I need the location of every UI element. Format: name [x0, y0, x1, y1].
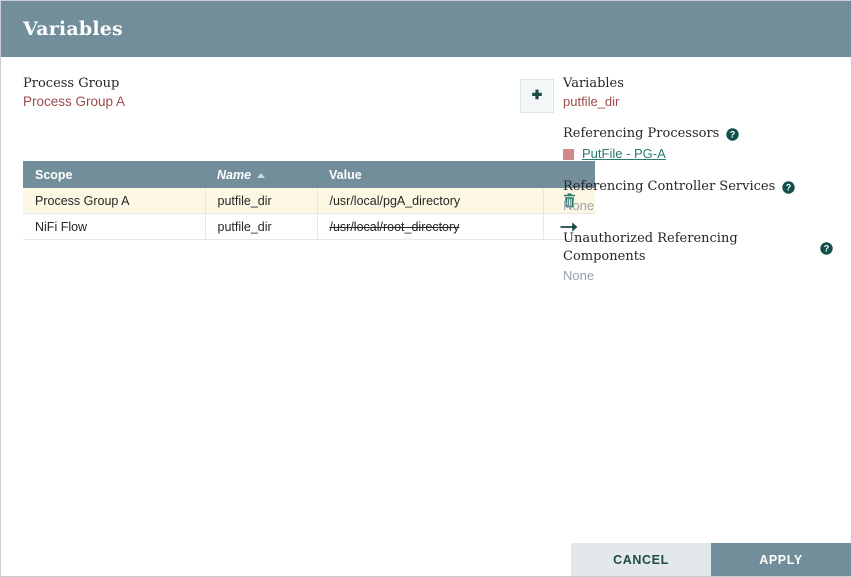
process-group-block: Process Group Process Group A [23, 75, 547, 127]
help-icon[interactable]: ? [820, 242, 833, 255]
unauthorized-referencing-components-label: Unauthorized Referencing Components ? [563, 230, 833, 266]
sort-ascending-icon [257, 173, 265, 178]
column-header-value[interactable]: Value [317, 161, 543, 188]
svg-text:?: ? [824, 243, 830, 253]
variable-name: putfile_dir [563, 93, 833, 111]
referencing-processors-label: Referencing Processors ? [563, 125, 833, 143]
process-group-value: Process Group A [23, 92, 547, 111]
dialog-body: Process Group Process Group A Scope [1, 57, 851, 576]
cell-scope: Process Group A [23, 188, 205, 214]
svg-text:?: ? [786, 182, 792, 192]
referencing-controller-services-title: Referencing Controller Services [563, 178, 775, 196]
referencing-processors-title: Referencing Processors [563, 125, 719, 143]
apply-button[interactable]: APPLY [711, 543, 851, 576]
svg-text:?: ? [730, 129, 736, 139]
column-header-scope-label: Scope [35, 168, 73, 182]
status-color-swatch [563, 149, 574, 160]
column-header-name[interactable]: Name [205, 161, 317, 188]
add-variable-button[interactable] [520, 79, 554, 113]
table-header: Scope Name Value [23, 161, 595, 188]
referencing-controller-services-label: Referencing Controller Services ? [563, 178, 833, 196]
referencing-processor-item[interactable]: PutFile - PG-A [563, 144, 833, 164]
cell-name: putfile_dir [205, 188, 317, 214]
referencing-processor-link[interactable]: PutFile - PG-A [582, 144, 666, 164]
variables-dialog: Variables Process Group Process Group A [0, 0, 852, 577]
left-pane: Process Group Process Group A [23, 75, 547, 127]
cell-value: /usr/local/root_directory [317, 214, 543, 240]
referencing-controller-services-empty: None [563, 196, 833, 216]
dialog-header: Variables [1, 1, 851, 57]
table-body: Process Group A putfile_dir /usr/local/p… [23, 188, 595, 240]
unauthorized-referencing-components-title: Unauthorized Referencing Components [563, 230, 813, 266]
variable-label: Variables [563, 75, 833, 93]
column-header-name-label: Name [217, 168, 251, 182]
process-group-label: Process Group [23, 75, 547, 92]
page-title: Variables [23, 18, 123, 40]
referencing-processors-group: Referencing Processors ? PutFile - PG-A [563, 125, 833, 164]
cell-scope: NiFi Flow [23, 214, 205, 240]
plus-icon [529, 88, 545, 104]
help-icon[interactable]: ? [782, 181, 795, 194]
table-row[interactable]: Process Group A putfile_dir /usr/local/p… [23, 188, 595, 214]
dialog-footer: CANCEL APPLY [571, 543, 851, 576]
details-pane: Variables putfile_dir Referencing Proces… [563, 75, 833, 300]
cancel-button[interactable]: CANCEL [571, 543, 711, 576]
table-header-row: Scope Name Value [23, 161, 595, 188]
variable-summary: Variables putfile_dir [563, 75, 833, 111]
unauthorized-referencing-components-empty: None [563, 266, 833, 286]
unauthorized-referencing-components-group: Unauthorized Referencing Components ? No… [563, 230, 833, 286]
column-header-scope[interactable]: Scope [23, 161, 205, 188]
cell-value: /usr/local/pgA_directory [317, 188, 543, 214]
referencing-controller-services-group: Referencing Controller Services ? None [563, 178, 833, 216]
variables-table: Scope Name Value Process Group A putfile… [23, 161, 595, 240]
help-icon[interactable]: ? [726, 128, 739, 141]
cell-name: putfile_dir [205, 214, 317, 240]
column-header-value-label: Value [329, 168, 362, 182]
table-row[interactable]: NiFi Flow putfile_dir /usr/local/root_di… [23, 214, 595, 240]
